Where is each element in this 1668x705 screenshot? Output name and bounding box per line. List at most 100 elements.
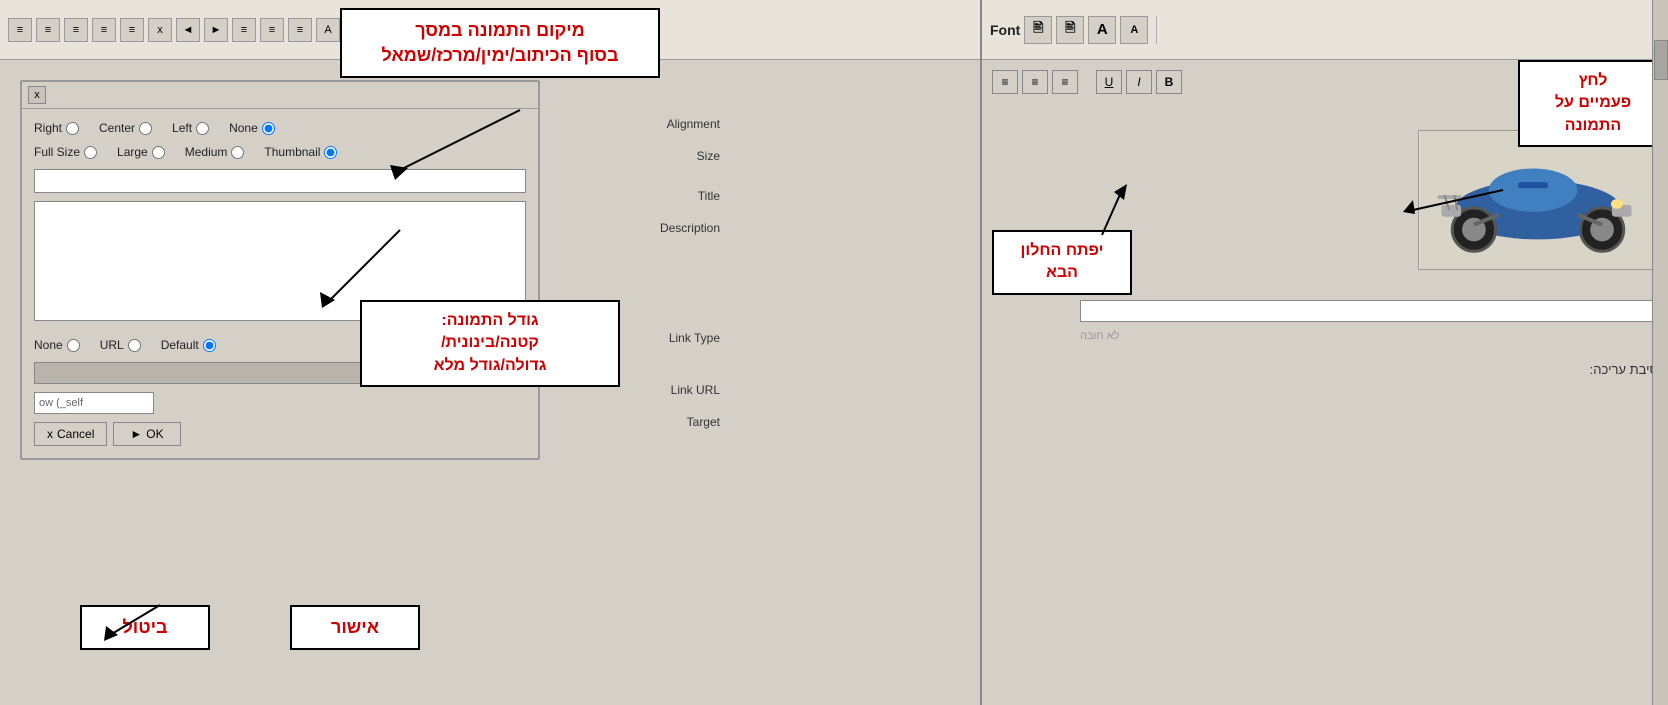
cancel-label: Cancel	[57, 427, 94, 441]
font-label: Font	[990, 22, 1020, 38]
toolbar-btn-12[interactable]: A	[316, 18, 340, 42]
alignment-center-item: Center	[99, 121, 152, 135]
description-field-label: Description	[560, 214, 720, 242]
car-svg	[1419, 131, 1657, 269]
size-fullsize-radio[interactable]	[84, 146, 97, 159]
title-field-label: Title	[560, 182, 720, 210]
format-italic-btn[interactable]: I	[1126, 70, 1152, 94]
linktype-url-radio[interactable]	[128, 339, 141, 352]
dialog-buttons: x Cancel ► OK	[34, 422, 526, 446]
toolbar-btn-8[interactable]: ►	[204, 18, 228, 42]
size-group: Full Size Large Medium Thumbnail	[34, 145, 526, 159]
right-panel: Font 🖹 🖹 A A ≡ ≡ ≡ U I	[980, 0, 1668, 705]
align-center-btn[interactable]: ≡	[1022, 70, 1048, 94]
linktype-default-label: Default	[161, 338, 199, 352]
annotation-cancel: ביטול	[80, 605, 210, 650]
alignment-right-radio[interactable]	[66, 122, 79, 135]
underline-icon: U	[1105, 75, 1114, 89]
title-input[interactable]	[34, 169, 526, 193]
linktype-none-radio[interactable]	[67, 339, 80, 352]
size-large-item: Large	[117, 145, 165, 159]
alignment-none-item: None	[229, 121, 275, 135]
linktype-none-label: None	[34, 338, 63, 352]
toolbar-btn-2[interactable]: ≡	[36, 18, 60, 42]
dialog-content: Right Center Left None	[22, 109, 538, 458]
annotation-approve: אישור	[290, 605, 420, 650]
align-left-btn[interactable]: ≡	[992, 70, 1018, 94]
alignment-right-label: Right	[34, 121, 62, 135]
link-url-row	[992, 300, 1658, 322]
dialog-titlebar: x	[22, 82, 538, 109]
dialog-close-button[interactable]: x	[28, 86, 46, 104]
linktype-default-radio[interactable]	[203, 339, 216, 352]
annotation-image-position: מיקום התמונה במסךבסוף הכיתוב/ימין/מרכז/ש…	[340, 8, 660, 78]
font-icon-1[interactable]: 🖹	[1024, 16, 1052, 44]
alignment-center-label: Center	[99, 121, 135, 135]
toolbar-spacer	[1082, 70, 1092, 94]
toolbar-btn-1[interactable]: ≡	[8, 18, 32, 42]
annotation-next-window: יפתח החלוןהבא	[992, 230, 1132, 295]
right-toolbar: Font 🖹 🖹 A A	[982, 0, 1668, 60]
car-image[interactable]	[1418, 130, 1658, 270]
dialog-area: ≡ ≡ ≡ ≡ ≡ x ◄ ► ≡ ≡ ≡ A 🔗 x	[0, 0, 980, 705]
target-field-label: Target	[560, 408, 720, 436]
right-content: ≡ ≡ ≡ U I B	[982, 60, 1668, 705]
target-row	[34, 392, 526, 414]
size-medium-item: Medium	[185, 145, 245, 159]
alignment-none-radio[interactable]	[262, 122, 275, 135]
ok-button[interactable]: ► OK	[113, 422, 180, 446]
linktype-url-item: URL	[100, 338, 141, 352]
image-dialog: x Right Center Left	[20, 80, 540, 460]
annotation-image-size: גודל התמונה:קטנה/בינונית/גדולה/גודל מלא	[360, 300, 620, 387]
format-underline-btn[interactable]: U	[1096, 70, 1122, 94]
target-input[interactable]	[34, 392, 154, 414]
size-fullsize-label: Full Size	[34, 145, 80, 159]
size-medium-radio[interactable]	[231, 146, 244, 159]
alignment-none-label: None	[229, 121, 258, 135]
toolbar-btn-4[interactable]: ≡	[92, 18, 116, 42]
main-container: ≡ ≡ ≡ ≡ ≡ x ◄ ► ≡ ≡ ≡ A 🔗 x	[0, 0, 1668, 705]
font-increase[interactable]: A	[1088, 16, 1116, 44]
ok-arrow-icon: ►	[130, 427, 142, 441]
toolbar-btn-11[interactable]: ≡	[288, 18, 312, 42]
align-right-btn[interactable]: ≡	[1052, 70, 1078, 94]
linktype-url-label: URL	[100, 338, 124, 352]
toolbar-btn-10[interactable]: ≡	[260, 18, 284, 42]
link-url-right-input[interactable]	[1080, 300, 1658, 322]
hebrew-edit-reason-label: סיבת עריכה:	[992, 362, 1658, 377]
toolbar-btn-7[interactable]: ◄	[176, 18, 200, 42]
format-bold-btn[interactable]: B	[1156, 70, 1182, 94]
size-medium-label: Medium	[185, 145, 228, 159]
linktype-none-item: None	[34, 338, 80, 352]
alignment-field-label: Alignment	[560, 110, 720, 138]
alignment-left-item: Left	[172, 121, 209, 135]
size-large-radio[interactable]	[152, 146, 165, 159]
italic-icon: I	[1137, 75, 1140, 89]
size-field-label: Size	[560, 142, 720, 170]
size-thumbnail-item: Thumbnail	[264, 145, 337, 159]
alignment-left-label: Left	[172, 121, 192, 135]
font-group: Font 🖹 🖹 A A	[990, 16, 1157, 44]
font-decrease[interactable]: A	[1120, 16, 1148, 44]
scrollbar-thumb[interactable]	[1654, 40, 1668, 80]
lo-chova-row: לא חובה	[992, 330, 1658, 342]
linktype-default-item: Default	[161, 338, 216, 352]
lo-chova-text: לא חובה	[1080, 330, 1119, 342]
toolbar-btn-3[interactable]: ≡	[64, 18, 88, 42]
bold-icon: B	[1165, 75, 1174, 89]
scrollbar[interactable]	[1652, 0, 1668, 705]
alignment-center-radio[interactable]	[139, 122, 152, 135]
size-large-label: Large	[117, 145, 148, 159]
toolbar-btn-9[interactable]: ≡	[232, 18, 256, 42]
cancel-button[interactable]: x Cancel	[34, 422, 107, 446]
cancel-x-icon: x	[47, 427, 53, 441]
size-fullsize-item: Full Size	[34, 145, 97, 159]
right-fields: לא חובה סיבת עריכה:	[992, 300, 1658, 377]
annotation-click-image: לחץפעמיים עלהתמונה	[1518, 60, 1668, 147]
size-thumbnail-radio[interactable]	[324, 146, 337, 159]
size-thumbnail-label: Thumbnail	[264, 145, 320, 159]
alignment-left-radio[interactable]	[196, 122, 209, 135]
toolbar-btn-5[interactable]: ≡	[120, 18, 144, 42]
font-icon-2[interactable]: 🖹	[1056, 16, 1084, 44]
toolbar-btn-6[interactable]: x	[148, 18, 172, 42]
